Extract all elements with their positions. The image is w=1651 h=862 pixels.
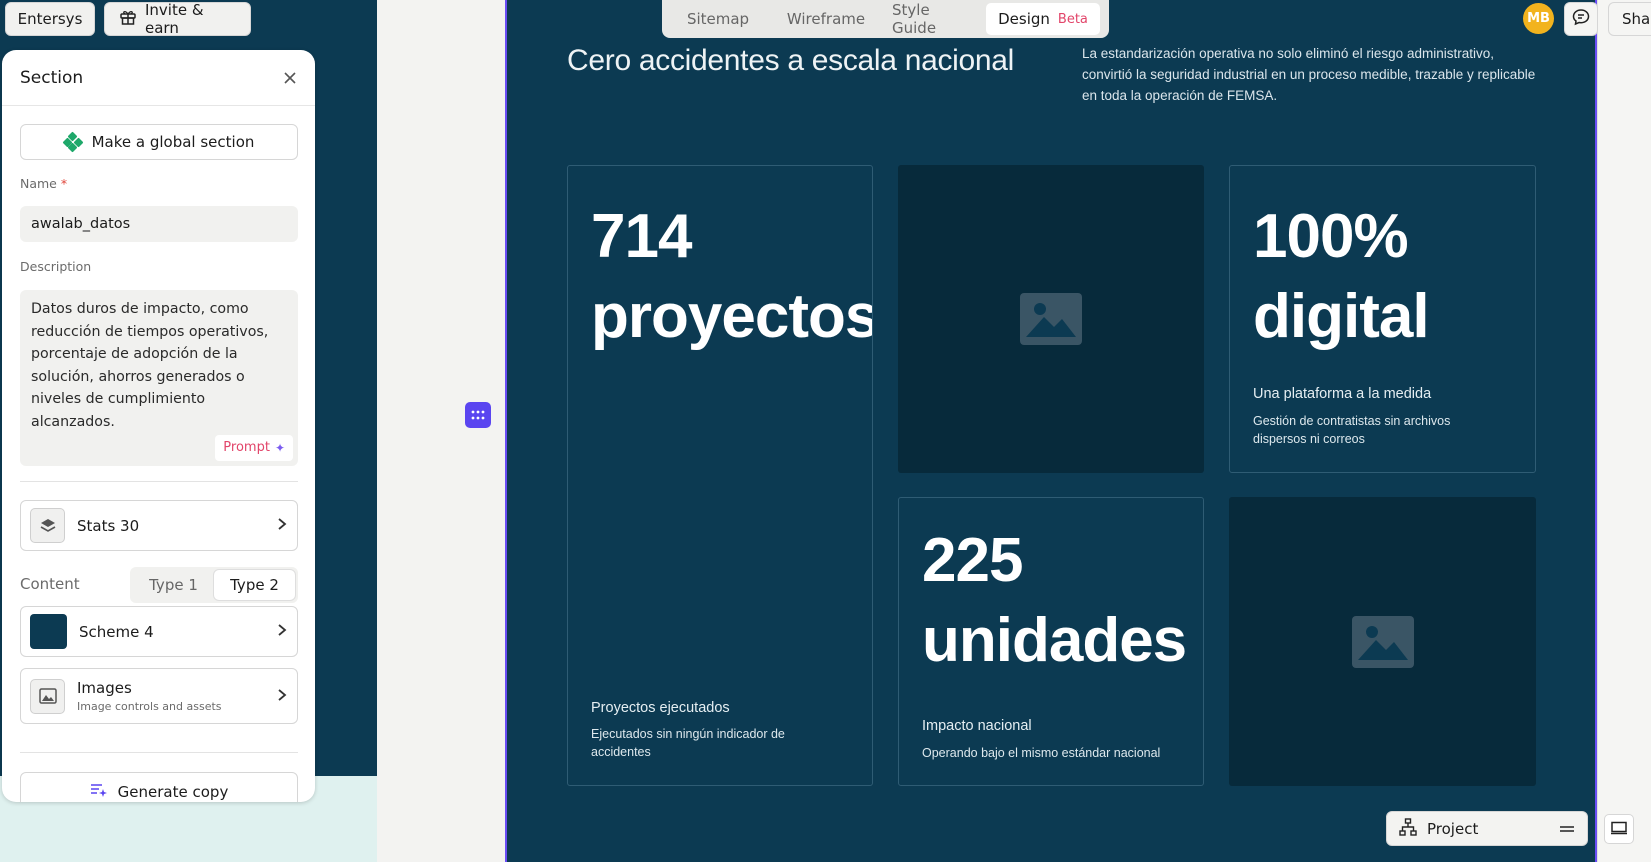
content-type-2[interactable]: Type 2 — [214, 570, 295, 600]
panel-header: Section — [2, 50, 315, 106]
section-handle-button[interactable] — [465, 402, 491, 428]
prompt-button[interactable]: Prompt ✦ — [215, 435, 293, 461]
design-canvas[interactable]: Cero accidentes a escala nacional La est… — [505, 0, 1597, 862]
name-label-text: Name — [20, 176, 57, 191]
chevron-right-icon — [277, 622, 287, 641]
scheme-swatch — [30, 614, 67, 649]
image-placeholder-icon — [1351, 615, 1414, 668]
share-button[interactable]: Sha — [1608, 2, 1651, 36]
gift-icon — [119, 8, 137, 30]
mode-tabs: Sitemap Wireframe Style Guide Design Bet… — [662, 0, 1109, 38]
description-textarea[interactable]: Datos duros de impacto, como reducción d… — [20, 290, 298, 466]
tab-sitemap[interactable]: Sitemap — [666, 3, 770, 35]
sparkle-icon: ✦ — [274, 440, 285, 455]
avatar[interactable]: MB — [1523, 3, 1554, 34]
stat-heading: Impacto nacional — [922, 718, 1032, 734]
stat-card-proyectos[interactable]: 714 proyectos Proyectos ejecutados Ejecu… — [567, 165, 873, 786]
stat-number-unit: unidades — [922, 606, 1187, 675]
sitemap-icon — [1399, 817, 1417, 840]
scheme-row[interactable]: Scheme 4 — [20, 606, 298, 657]
desktop-view-button[interactable] — [1604, 814, 1634, 844]
tab-design-label: Design — [998, 10, 1050, 28]
stat-number: 100% — [1253, 202, 1409, 271]
section-panel: Section Make a global section Name * Des… — [2, 50, 315, 802]
close-icon[interactable] — [281, 69, 299, 87]
section-lead: La estandarización operativa no solo eli… — [1082, 46, 1536, 103]
tab-design[interactable]: Design Beta — [986, 3, 1100, 35]
chevron-right-icon — [277, 687, 287, 706]
beta-badge: Beta — [1057, 11, 1088, 27]
stat-card-unidades[interactable]: 225 unidades Impacto nacional Operando b… — [898, 497, 1204, 786]
stat-number-unit: proyectos — [591, 282, 873, 351]
images-label: Images — [77, 679, 132, 697]
stat-heading: Proyectos ejecutados — [591, 700, 730, 716]
images-sublabel: Image controls and assets — [77, 700, 222, 713]
content-type-toggle: Type 1 Type 2 — [130, 567, 298, 603]
layout-row[interactable]: Stats 30 — [20, 500, 298, 551]
scheme-label: Scheme 4 — [79, 622, 154, 641]
workspace-label: Entersys — [17, 10, 83, 28]
generate-copy-label: Generate copy — [117, 783, 229, 801]
make-global-section-button[interactable]: Make a global section — [20, 124, 298, 160]
generate-copy-button[interactable]: Generate copy — [20, 772, 298, 802]
divider — [20, 481, 298, 482]
content-label: Content — [20, 575, 80, 593]
desktop-icon — [1610, 820, 1628, 839]
image-icon — [30, 678, 65, 714]
tab-wireframe[interactable]: Wireframe — [774, 3, 878, 35]
section-heading: Cero accidentes a escala nacional — [567, 44, 1015, 77]
comment-icon — [1572, 8, 1590, 30]
stat-description: Gestión de contratistas sin archivos dis… — [1253, 414, 1451, 446]
generate-icon — [90, 783, 108, 801]
tab-style-guide[interactable]: Style Guide — [882, 1, 982, 37]
invite-earn-button[interactable]: Invite & earn — [104, 1, 251, 37]
workspace-button[interactable]: Entersys — [5, 2, 95, 36]
image-placeholder[interactable] — [898, 165, 1204, 473]
canvas-gutter — [377, 0, 505, 862]
stat-number-unit: digital — [1253, 282, 1430, 351]
required-mark: * — [60, 176, 68, 191]
name-input[interactable] — [20, 206, 298, 242]
layout-label: Stats 30 — [77, 516, 140, 535]
right-gutter — [1597, 0, 1651, 862]
prompt-label: Prompt — [223, 439, 270, 455]
stat-description: Operando bajo el mismo estándar nacional — [922, 746, 1161, 760]
divider — [20, 752, 298, 753]
stat-number: 714 — [591, 202, 692, 271]
comments-button[interactable] — [1564, 2, 1598, 36]
invite-label: Invite & earn — [145, 1, 204, 37]
layers-icon — [30, 508, 65, 543]
stat-card-digital[interactable]: 100% digital Una plataforma a la medida … — [1229, 165, 1536, 473]
image-placeholder-icon — [1020, 293, 1082, 345]
global-section-icon — [62, 131, 84, 153]
stat-description: Ejecutados sin ningún indicador de accid… — [591, 727, 785, 759]
project-button[interactable]: Project — [1386, 811, 1588, 846]
menu-icon — [1559, 820, 1575, 838]
description-text: Datos duros de impacto, como reducción d… — [31, 301, 269, 430]
stat-number: 225 — [922, 526, 1023, 595]
name-label: Name * — [20, 176, 67, 191]
global-section-label: Make a global section — [91, 133, 255, 151]
chevron-right-icon — [277, 516, 287, 535]
description-label: Description — [20, 259, 92, 274]
images-row[interactable]: Images Image controls and assets — [20, 668, 298, 724]
stat-heading: Una plataforma a la medida — [1253, 386, 1432, 402]
content-type-1[interactable]: Type 1 — [133, 570, 214, 600]
panel-title: Section — [20, 67, 84, 88]
image-placeholder[interactable] — [1229, 497, 1536, 786]
project-label: Project — [1427, 819, 1479, 838]
